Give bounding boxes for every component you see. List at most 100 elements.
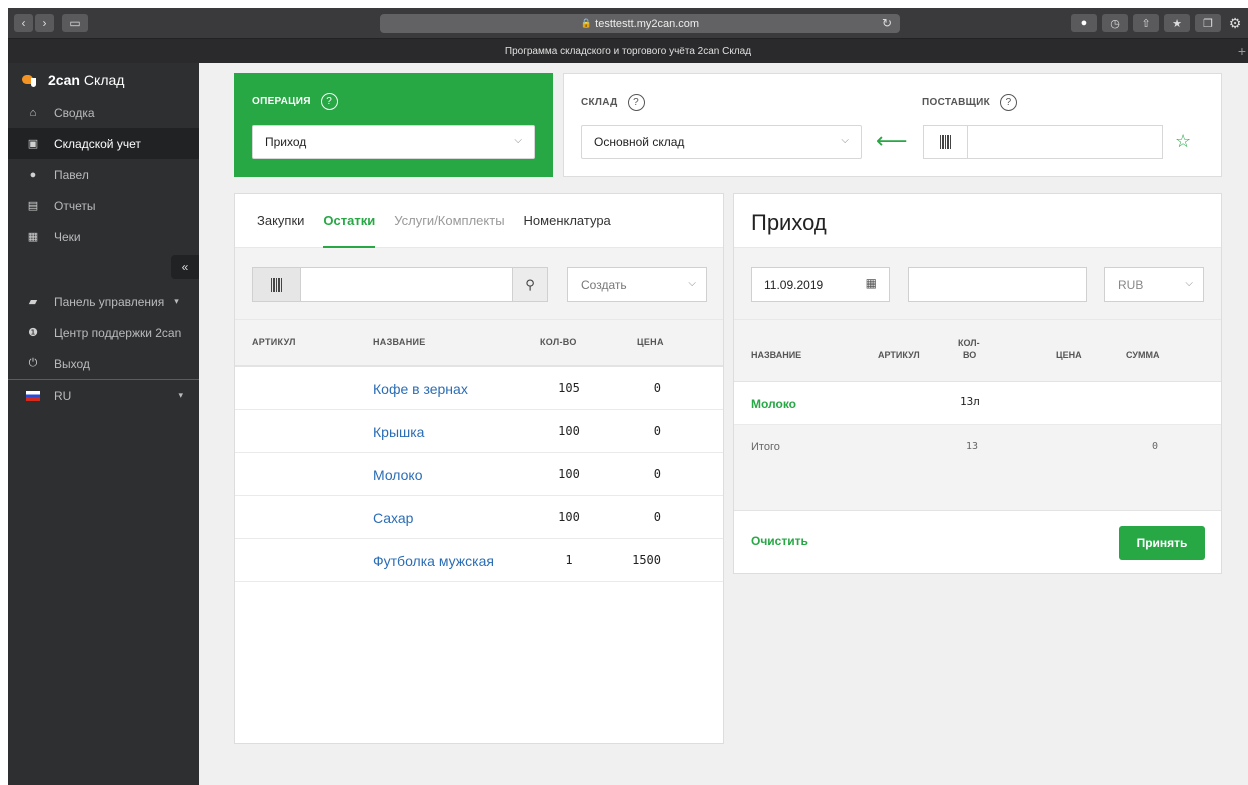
product-name[interactable]: Кофе в зернах bbox=[373, 381, 468, 397]
product-price: 0 bbox=[653, 510, 661, 524]
chevron-down-icon: ⌵ bbox=[688, 278, 696, 289]
column-name[interactable]: НАЗВАНИЕ bbox=[373, 337, 426, 347]
star-icon[interactable]: ☆ bbox=[1175, 131, 1191, 152]
back-button[interactable]: ‹ bbox=[14, 14, 33, 32]
brand-bold: 2can bbox=[48, 72, 80, 88]
document-form: 11.09.2019 ▦ RUB ⌵ bbox=[734, 248, 1221, 320]
help-icon[interactable]: ? bbox=[1000, 94, 1018, 111]
chevron-down-icon: ⌵ bbox=[514, 135, 522, 146]
sidebar-item-user[interactable]: ● Павел bbox=[8, 159, 199, 190]
table-row[interactable]: Крышка 100 0 bbox=[235, 410, 723, 453]
column-sum: СУММА bbox=[1126, 350, 1160, 360]
comment-input[interactable] bbox=[908, 267, 1087, 302]
operation-panel: ОПЕРАЦИЯ ? Приход ⌵ bbox=[234, 73, 553, 177]
table-row[interactable]: Молоко 13л bbox=[734, 382, 1221, 425]
table-row[interactable]: Кофе в зернах 105 0 bbox=[235, 367, 723, 410]
download-icon[interactable]: ● bbox=[1071, 14, 1097, 32]
supplier-field[interactable] bbox=[968, 126, 1162, 158]
sidebar-item-summary[interactable]: ⌂ Сводка bbox=[8, 97, 199, 128]
help-icon[interactable]: ? bbox=[320, 93, 338, 110]
product-qty: 100 bbox=[558, 510, 580, 524]
table-row[interactable]: Сахар 100 0 bbox=[235, 496, 723, 539]
sidebar-toggle-icon[interactable]: ▭ bbox=[62, 14, 88, 32]
address-bar[interactable]: 🔒 testtestt.my2can.com ↻ bbox=[380, 14, 900, 33]
column-price[interactable]: ЦЕНА bbox=[637, 337, 664, 347]
history-icon[interactable]: ◷ bbox=[1102, 14, 1128, 32]
brand[interactable]: 2can Склад bbox=[8, 63, 199, 97]
warehouse-value: Основной склад bbox=[594, 135, 685, 149]
tabs-icon[interactable]: ❐ bbox=[1195, 14, 1221, 32]
home-icon: ⌂ bbox=[29, 106, 37, 119]
operation-select[interactable]: Приход ⌵ bbox=[252, 125, 535, 159]
calendar-icon[interactable]: ▦ bbox=[866, 276, 877, 290]
create-dropdown[interactable]: Создать ⌵ bbox=[567, 267, 707, 302]
tab-purchases[interactable]: Закупки bbox=[257, 194, 304, 248]
sidebar-item-support[interactable]: ❶ Центр поддержки 2can bbox=[8, 317, 199, 348]
caret-down-icon: ▾ bbox=[178, 390, 183, 400]
product-name[interactable]: Молоко bbox=[373, 467, 422, 483]
supplier-label: ПОСТАВЩИК bbox=[922, 97, 991, 108]
new-tab-icon[interactable]: + bbox=[1238, 43, 1246, 59]
totals-row: Итого 13 0 bbox=[734, 425, 1221, 511]
column-qty[interactable]: КОЛ-ВО bbox=[540, 337, 577, 347]
column-price: ЦЕНА bbox=[1056, 350, 1082, 360]
forward-button[interactable]: › bbox=[35, 14, 54, 32]
warehouse-select[interactable]: Основной склад ⌵ bbox=[581, 125, 862, 159]
search-input[interactable] bbox=[301, 268, 512, 301]
column-qty-2: ВО bbox=[963, 350, 977, 360]
tab-services[interactable]: Услуги/Комплекты bbox=[394, 194, 504, 248]
warehouse-supplier-panel: СКЛАД ? ПОСТАВЩИК ? Основной склад ⌵ ⟵ ☆ bbox=[563, 73, 1222, 177]
date-value: 11.09.2019 bbox=[764, 277, 824, 292]
accept-button[interactable]: Принять bbox=[1119, 526, 1205, 560]
sidebar-item-warehouse[interactable]: ▣ Складской учет bbox=[8, 128, 199, 159]
clear-button[interactable]: Очистить bbox=[751, 534, 808, 548]
column-sku[interactable]: АРТИКУЛ bbox=[252, 337, 296, 347]
operation-value: Приход bbox=[265, 135, 307, 149]
sidebar-item-label: Чеки bbox=[54, 229, 81, 244]
table-row[interactable]: Футболка мужская 1 1500 bbox=[235, 539, 723, 582]
supplier-input[interactable] bbox=[923, 125, 1163, 159]
bookmark-icon[interactable]: ★ bbox=[1164, 14, 1190, 32]
browser-toolbar: ‹ › ▭ 🔒 testtestt.my2can.com ↻ ● ◷ ⇧ ★ ❐… bbox=[8, 8, 1248, 38]
sidebar-item-receipts[interactable]: ▦ Чеки bbox=[8, 221, 199, 252]
barcode-icon[interactable] bbox=[924, 126, 968, 158]
collapse-sidebar-button[interactable]: « bbox=[171, 255, 199, 279]
search-row: ⚲ Создать ⌵ bbox=[235, 248, 723, 320]
product-price: 0 bbox=[653, 424, 661, 438]
settings-icon[interactable]: ⚙ bbox=[1226, 14, 1244, 32]
tab-nomenclature[interactable]: Номенклатура bbox=[524, 194, 611, 248]
tab-stock[interactable]: Остатки bbox=[323, 194, 375, 248]
stock-table-header: АРТИКУЛ НАЗВАНИЕ КОЛ-ВО ЦЕНА bbox=[235, 320, 723, 367]
language-selector[interactable]: RU ▾ bbox=[8, 380, 199, 411]
item-qty[interactable]: 13л bbox=[960, 395, 980, 408]
product-name[interactable]: Крышка bbox=[373, 424, 424, 440]
product-price: 1500 bbox=[632, 553, 661, 567]
column-qty-1: КОЛ- bbox=[958, 338, 980, 348]
date-field[interactable]: 11.09.2019 ▦ bbox=[751, 267, 890, 302]
arrow-left-icon: ⟵ bbox=[876, 128, 908, 153]
sidebar-item-control-panel[interactable]: ▰ Панель управления ▾ bbox=[8, 286, 199, 317]
column-sku: АРТИКУЛ bbox=[878, 350, 920, 360]
sidebar: 2can Склад ⌂ Сводка ▣ Складской учет ● П… bbox=[8, 63, 199, 785]
search-icon[interactable]: ⚲ bbox=[512, 268, 547, 301]
logo-icon bbox=[22, 74, 38, 87]
share-icon[interactable]: ⇧ bbox=[1133, 14, 1159, 32]
sidebar-item-reports[interactable]: ▤ Отчеты bbox=[8, 190, 199, 221]
document-panel: Приход 11.09.2019 ▦ RUB ⌵ НАЗВАНИЕ АРТИК… bbox=[733, 193, 1222, 574]
product-name[interactable]: Сахар bbox=[373, 510, 413, 526]
currency-select[interactable]: RUB ⌵ bbox=[1104, 267, 1204, 302]
table-row[interactable]: Молоко 100 0 bbox=[235, 453, 723, 496]
sidebar-item-logout[interactable]: ⏻ Выход bbox=[8, 348, 199, 379]
main-area: ОПЕРАЦИЯ ? Приход ⌵ СКЛАД ? ПОСТАВЩИК ? … bbox=[199, 63, 1248, 785]
chevron-down-icon: ⌵ bbox=[1185, 278, 1193, 289]
item-name[interactable]: Молоко bbox=[751, 397, 796, 411]
sidebar-item-label: Павел bbox=[54, 167, 89, 182]
brand-text: Склад bbox=[83, 72, 125, 88]
barcode-icon[interactable] bbox=[253, 268, 301, 301]
reports-icon: ▤ bbox=[27, 200, 39, 212]
browser-tab[interactable]: Программа складского и торгового учёта 2… bbox=[8, 38, 1248, 63]
product-name[interactable]: Футболка мужская bbox=[373, 553, 494, 569]
browser-chrome: ‹ › ▭ 🔒 testtestt.my2can.com ↻ ● ◷ ⇧ ★ ❐… bbox=[8, 8, 1248, 63]
reload-icon[interactable]: ↻ bbox=[882, 16, 892, 30]
help-icon[interactable]: ? bbox=[627, 94, 645, 111]
